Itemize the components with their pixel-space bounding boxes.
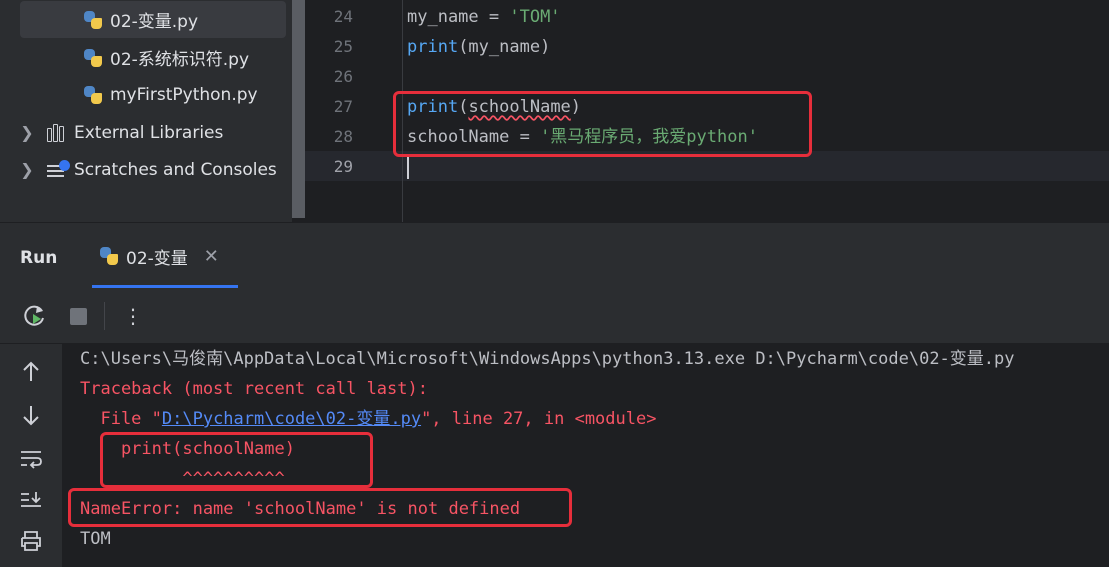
toolbar-separator <box>104 302 105 330</box>
run-toolbar: ⋮ <box>0 288 1109 344</box>
code-token: (my_name) <box>458 37 551 57</box>
console-output-line: TOM <box>80 529 111 549</box>
tree-scratches[interactable]: ❯ Scratches and Consoles <box>16 151 286 188</box>
file-suffix: ", line 27, in <module> <box>421 409 657 429</box>
more-options-button[interactable]: ⋮ <box>119 302 147 330</box>
soft-wrap-icon <box>21 451 42 469</box>
file-link[interactable]: D:\Pycharm\code\02-变量.py <box>162 409 421 429</box>
more-vertical-icon: ⋮ <box>123 304 143 328</box>
string-token: 'TOM' <box>509 7 561 27</box>
annotation-box-error <box>68 488 572 527</box>
console-file-line: File "D:\Pycharm\code\02-变量.py", line 27… <box>80 404 656 434</box>
code-line[interactable]: 26 <box>305 62 708 92</box>
scroll-up-button[interactable] <box>16 357 46 387</box>
code-text: print(my_name) <box>407 32 550 62</box>
soft-wrap-button[interactable] <box>16 444 46 474</box>
code-line[interactable]: 25 print(my_name) <box>305 32 708 62</box>
file-label: 02-变量.py <box>110 12 199 32</box>
code-line[interactable]: 24 my_name = 'TOM' <box>305 2 708 32</box>
scroll-to-end-button[interactable] <box>16 485 46 515</box>
keyword-token: print <box>407 37 459 57</box>
file-label: myFirstPython.py <box>110 84 258 105</box>
stop-button[interactable] <box>64 302 92 330</box>
line-number: 25 <box>333 37 353 56</box>
chevron-right-icon[interactable]: ❯ <box>16 123 38 142</box>
line-number: 27 <box>333 97 353 116</box>
python-file-icon <box>82 84 104 106</box>
file-label: 02-系统标识符.py <box>110 50 250 70</box>
arrow-down-icon <box>23 406 39 426</box>
arrow-up-icon <box>23 361 39 381</box>
printer-icon <box>21 531 41 551</box>
run-tab[interactable]: 02-变量 ✕ <box>92 223 238 289</box>
run-tool-window-header: Run 02-变量 ✕ <box>0 222 1109 289</box>
line-number: 29 <box>333 157 353 176</box>
code-token: my_name = <box>407 7 510 27</box>
print-button[interactable] <box>16 526 46 556</box>
tree-file-item[interactable]: 02-系统标识符.py <box>20 39 286 76</box>
code-text: my_name = 'TOM' <box>407 2 561 32</box>
stop-icon <box>69 307 87 325</box>
tree-file-item[interactable]: 02-变量.py <box>20 1 286 38</box>
line-number: 24 <box>333 7 353 26</box>
library-icon <box>46 123 68 143</box>
scroll-down-button[interactable] <box>16 400 46 430</box>
annotation-box-traceback <box>100 432 373 488</box>
console-command-line: C:\Users\马俊南\AppData\Local\Microsoft\Win… <box>80 349 1015 369</box>
console-traceback-header: Traceback (most recent call last): <box>80 379 428 399</box>
external-libraries-label: External Libraries <box>74 122 224 143</box>
project-tree: 02-变量.py 02-系统标识符.py myFirstPython.py ❯ … <box>0 0 292 222</box>
tree-external-libraries[interactable]: ❯ External Libraries <box>16 114 286 151</box>
chevron-right-icon[interactable]: ❯ <box>16 160 38 179</box>
annotation-box-editor <box>393 91 812 157</box>
rerun-icon <box>24 305 44 326</box>
text-caret <box>407 155 409 179</box>
python-file-icon <box>82 47 104 69</box>
tree-file-item[interactable]: myFirstPython.py <box>20 76 286 113</box>
run-title: Run <box>20 248 58 268</box>
rerun-button[interactable] <box>21 302 49 330</box>
line-number: 28 <box>333 127 353 146</box>
console-side-actions <box>0 344 62 567</box>
scratches-label: Scratches and Consoles <box>74 159 277 180</box>
tree-scrollbar[interactable] <box>292 0 305 222</box>
line-number: 26 <box>333 67 353 86</box>
scratches-icon <box>46 159 70 180</box>
close-icon[interactable]: ✕ <box>204 246 219 267</box>
scrollbar-thumb[interactable] <box>292 0 305 218</box>
python-file-icon <box>98 245 120 267</box>
python-file-icon <box>82 9 104 31</box>
run-tab-label: 02-变量 <box>126 248 188 269</box>
scroll-to-end-icon <box>21 492 41 507</box>
file-prefix: File " <box>80 409 162 429</box>
